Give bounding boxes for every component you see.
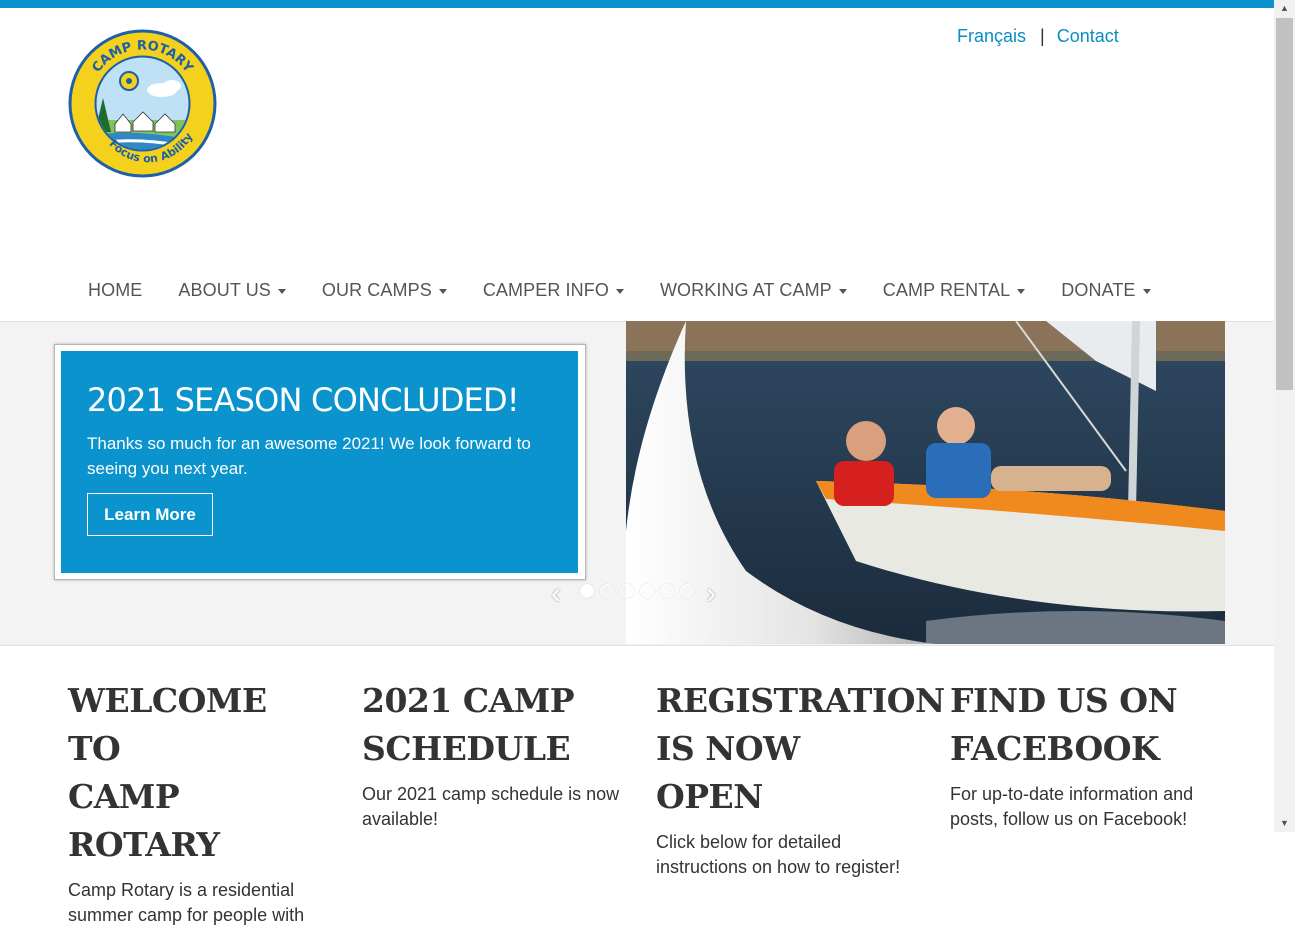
camp-rotary-logo[interactable]: CAMP ROTARY Focus on Ability bbox=[67, 28, 218, 179]
nav-item-label: CAMP RENTAL bbox=[882, 280, 1011, 300]
caret-down-icon bbox=[438, 288, 447, 294]
feature-title-line: 2021 CAMP bbox=[362, 681, 575, 720]
nav-item-label: WORKING AT CAMP bbox=[659, 280, 832, 300]
nav-item-label: DONATE bbox=[1061, 280, 1136, 300]
feature-title[interactable]: FIND US ON FACEBOOK bbox=[950, 677, 1210, 773]
feature-title-line: CAMP ROTARY bbox=[68, 777, 220, 864]
slide-heading: 2021 SEASON CONCLUDED! bbox=[87, 381, 520, 419]
french-language-link[interactable]: Français bbox=[957, 26, 1026, 46]
slide-caption: 2021 SEASON CONCLUDED! Thanks so much fo… bbox=[61, 351, 578, 573]
feature-title[interactable]: REGISTRATION IS NOW OPEN bbox=[656, 677, 945, 821]
slide-pager bbox=[580, 584, 700, 598]
feature-title-line: SCHEDULE bbox=[362, 729, 571, 768]
caret-down-icon bbox=[277, 288, 286, 294]
feature-text-line: summer camp for people with bbox=[68, 905, 305, 925]
feature-title[interactable]: WELCOME TO CAMP ROTARY bbox=[68, 677, 328, 869]
nav-item-label: CAMPER INFO bbox=[482, 280, 609, 300]
nav-item-camp-rental[interactable]: CAMP RENTAL bbox=[865, 276, 1043, 304]
feature-text: Our 2021 camp schedule is now available! bbox=[362, 782, 622, 832]
chevron-right-icon[interactable]: › bbox=[706, 579, 726, 609]
nav-item-camper-info[interactable]: CAMPER INFO bbox=[465, 276, 642, 304]
feature-welcome: WELCOME TO CAMP ROTARY Camp Rotary is a r… bbox=[68, 677, 328, 928]
feature-schedule: 2021 CAMP SCHEDULE Our 2021 camp schedule… bbox=[362, 677, 622, 832]
feature-registration: REGISTRATION IS NOW OPEN Click below for … bbox=[656, 677, 945, 880]
scroll-down-arrow-icon[interactable]: ▼ bbox=[1274, 815, 1295, 832]
feature-text: Camp Rotary is a residential summer camp … bbox=[68, 878, 328, 928]
contact-link[interactable]: Contact bbox=[1057, 26, 1119, 46]
feature-text: Click below for detailed instructions on … bbox=[656, 830, 916, 880]
feature-text-line: posts, follow us on Facebook! bbox=[950, 809, 1188, 829]
nav-item-label: OUR CAMPS bbox=[321, 280, 432, 300]
feature-text-line: Click below for detailed bbox=[656, 832, 842, 852]
main-navigation: HOME ABOUT US OUR CAMPS CAMPER INFO WORK… bbox=[70, 276, 1169, 304]
chevron-left-icon[interactable]: ‹ bbox=[551, 579, 571, 609]
scroll-up-arrow-icon[interactable]: ▲ bbox=[1274, 0, 1295, 17]
feature-title[interactable]: 2021 CAMP SCHEDULE bbox=[362, 677, 622, 773]
caret-down-icon bbox=[1017, 288, 1026, 294]
nav-item-home[interactable]: HOME bbox=[70, 276, 160, 304]
caret-down-icon bbox=[615, 288, 624, 294]
feature-title-line: REGISTRATION bbox=[656, 681, 945, 720]
feature-facebook: FIND US ON FACEBOOK For up-to-date inform… bbox=[950, 677, 1210, 832]
feature-text-line: available! bbox=[362, 809, 439, 829]
nav-item-donate[interactable]: DONATE bbox=[1043, 276, 1168, 304]
slide-text: Thanks so much for an awesome 2021! We l… bbox=[87, 434, 531, 478]
nav-item-about-us[interactable]: ABOUT US bbox=[160, 276, 304, 304]
slide-dot[interactable] bbox=[640, 584, 654, 598]
feature-title-line: IS NOW OPEN bbox=[656, 729, 800, 816]
nav-item-working-at-camp[interactable]: WORKING AT CAMP bbox=[642, 276, 865, 304]
nav-item-label: ABOUT US bbox=[178, 280, 271, 300]
scrollbar-thumb[interactable] bbox=[1276, 18, 1293, 390]
feature-text: For up-to-date information and posts, fol… bbox=[950, 782, 1210, 832]
slide-dot[interactable] bbox=[580, 584, 594, 598]
feature-text-line: Our 2021 camp schedule is now bbox=[362, 784, 620, 804]
caret-down-icon bbox=[838, 288, 847, 294]
feature-text-line: Camp Rotary is a residential bbox=[68, 880, 295, 900]
feature-title-line: FACEBOOK bbox=[950, 729, 1160, 768]
nav-item-label: HOME bbox=[88, 280, 143, 300]
logo-emblem-icon: CAMP ROTARY Focus on Ability bbox=[68, 29, 217, 178]
link-separator: | bbox=[1040, 26, 1045, 46]
slide-dot[interactable] bbox=[660, 584, 674, 598]
feature-title-line: WELCOME TO bbox=[68, 681, 267, 768]
learn-more-button[interactable]: Learn More bbox=[87, 493, 213, 536]
feature-text-line: For up-to-date information and bbox=[950, 784, 1194, 804]
feature-text-line: instructions on how to register! bbox=[656, 857, 901, 877]
utility-links: Français | Contact bbox=[957, 26, 1119, 47]
feature-title-line: FIND US ON bbox=[950, 681, 1178, 720]
top-accent-bar bbox=[0, 0, 1274, 8]
slide-dot[interactable] bbox=[600, 584, 614, 598]
slide-dot[interactable] bbox=[680, 584, 694, 598]
slide-dot[interactable] bbox=[620, 584, 634, 598]
nav-item-our-camps[interactable]: OUR CAMPS bbox=[304, 276, 465, 304]
caret-down-icon bbox=[1142, 288, 1151, 294]
